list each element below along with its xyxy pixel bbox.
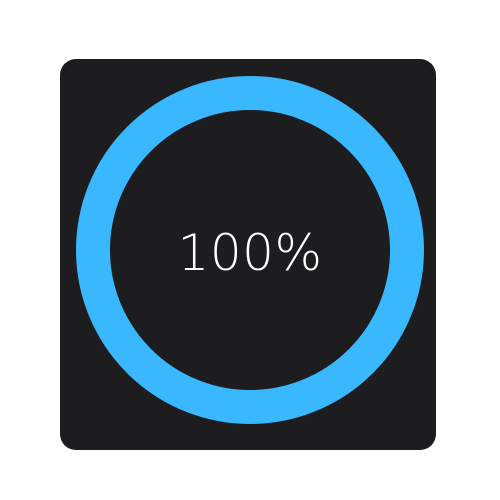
progress-percentage: 100% <box>177 224 323 282</box>
